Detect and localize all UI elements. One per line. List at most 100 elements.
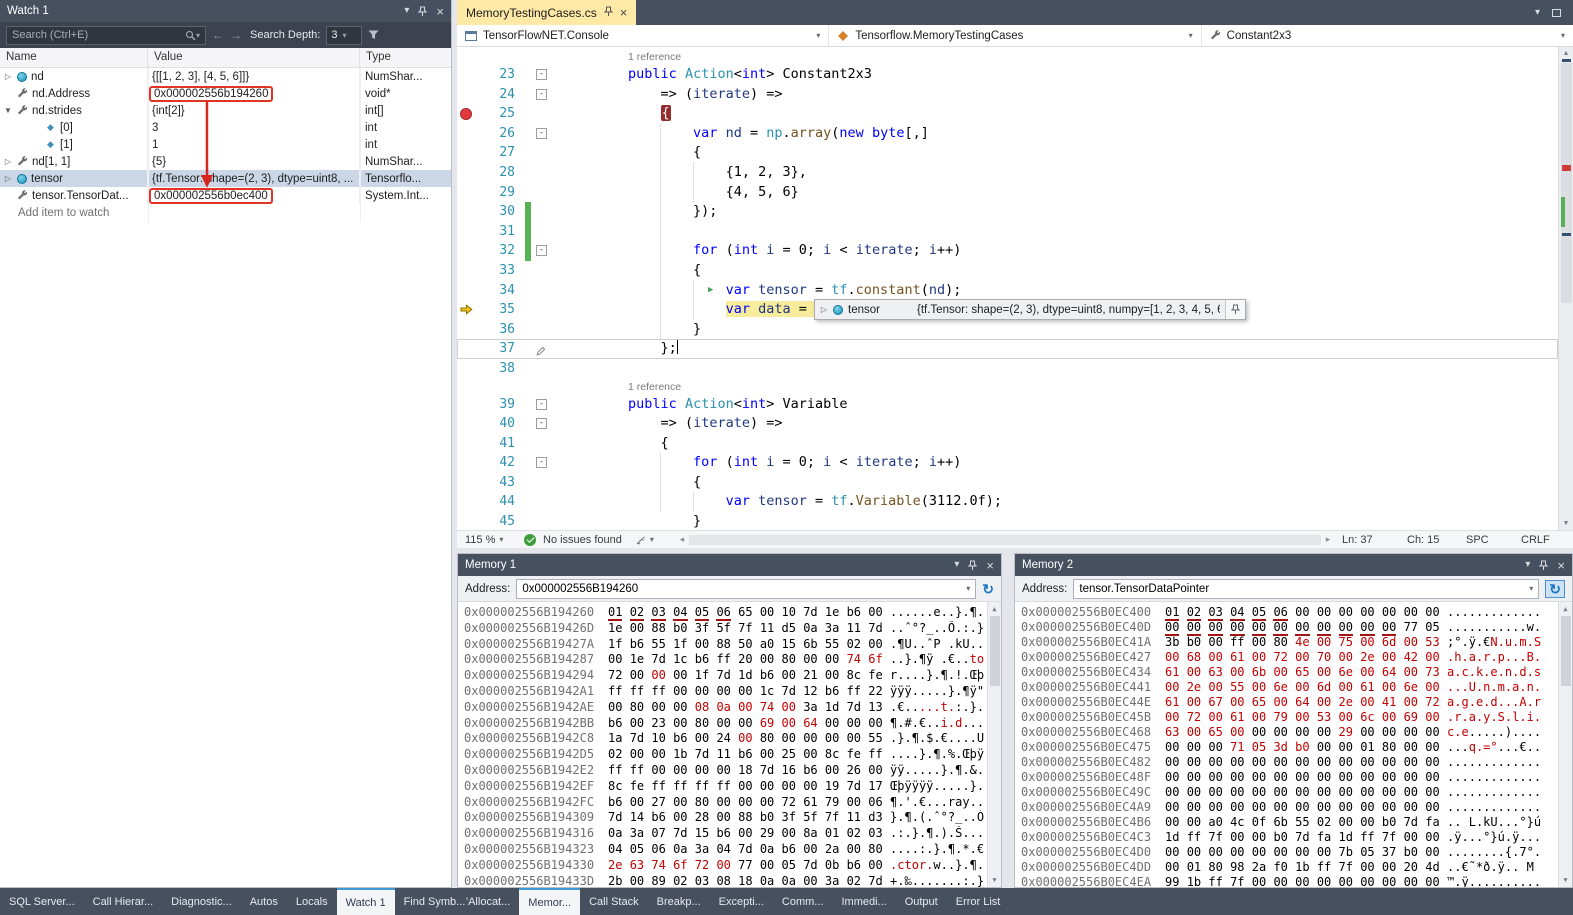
scroll-up-icon[interactable]: ▲	[1559, 50, 1573, 57]
watch-row[interactable]: nd.Address0x000002556b194260void*	[0, 85, 451, 102]
float-window-icon[interactable]	[1552, 9, 1561, 17]
datatip-pin-icon[interactable]	[1225, 300, 1245, 319]
line-number[interactable]: 45	[477, 512, 525, 530]
code-text[interactable]: });	[551, 202, 1558, 222]
breakpoint-margin[interactable]	[457, 492, 477, 512]
code-text[interactable]	[551, 359, 1558, 379]
breakpoint-margin[interactable]	[457, 320, 477, 340]
fold-toggle[interactable]: -	[536, 399, 547, 410]
line-number[interactable]: 23	[477, 65, 525, 85]
line-number[interactable]: 37	[477, 339, 525, 359]
watch-title-bar[interactable]: Watch 1 ▾ ×	[0, 0, 451, 22]
memory1-title-bar[interactable]: Memory 1 ▾ ×	[458, 554, 1001, 576]
fold-toggle[interactable]: -	[536, 89, 547, 100]
breakpoint-margin[interactable]	[457, 104, 477, 124]
bottom-tab-comm[interactable]: Comm...	[773, 888, 833, 915]
memory-row[interactable]: 0x000002556B1943097d 14 b6 00 28 00 88 b…	[464, 810, 985, 826]
health-check-icon[interactable]	[524, 534, 536, 546]
code-cleanup-icon[interactable]: ▾	[635, 534, 654, 546]
bottom-tab-error-list[interactable]: Error List	[947, 888, 1010, 915]
breakpoint-margin[interactable]	[457, 473, 477, 493]
breakpoint-margin[interactable]	[457, 359, 477, 379]
watch-row[interactable]: ◆[1]1int	[0, 136, 451, 153]
memory-row[interactable]: 0x000002556B19426D1e 00 88 b0 3f 5f 7f 1…	[464, 621, 985, 637]
bottom-tab-sql-server[interactable]: SQL Server...	[0, 888, 84, 915]
code-text[interactable]: public Action<int> Constant2x3	[551, 65, 1558, 85]
filter-icon[interactable]	[368, 30, 379, 40]
memory-row[interactable]: 0x000002556B0EC43461 00 63 00 6b 00 65 0…	[1021, 665, 1556, 680]
datatip[interactable]: ▷ tensor {tf.Tensor: shape=(2, 3), dtype…	[814, 299, 1246, 320]
breakpoint-margin[interactable]	[457, 261, 477, 281]
breakpoint-margin[interactable]	[457, 453, 477, 473]
breakpoint-margin[interactable]	[457, 183, 477, 203]
breakpoint-margin[interactable]	[457, 512, 477, 530]
memory-row[interactable]: 0x000002556B19427A1f b6 55 1f 00 88 50 a…	[464, 637, 985, 653]
codelens-references[interactable]: 1 reference	[551, 379, 1558, 395]
expander-icon[interactable]: ▷	[3, 174, 13, 183]
scrollbar-thumb[interactable]	[1561, 616, 1571, 686]
memory1-grid[interactable]: 0x000002556B19426001 02 03 04 05 06 65 0…	[458, 602, 1001, 887]
breakpoint-margin[interactable]	[457, 300, 477, 320]
watch-row[interactable]: ▷nd[1, 1]{5}NumShar...	[0, 153, 451, 170]
code-text[interactable]: for (int i = 0; i < iterate; i++)	[551, 241, 1558, 261]
code-text[interactable]: {	[551, 143, 1558, 163]
line-number[interactable]: 34	[477, 281, 525, 301]
line-number[interactable]: 42	[477, 453, 525, 473]
code-text[interactable]: var nd = np.array(new byte[,]	[551, 124, 1558, 144]
close-icon[interactable]: ×	[620, 6, 628, 19]
watch-row[interactable]: ▼nd.strides{int[2]}int[]	[0, 102, 451, 119]
scroll-up-icon[interactable]: ▲	[988, 605, 1001, 613]
code-text[interactable]: };	[551, 339, 1558, 359]
close-icon[interactable]: ×	[436, 5, 444, 18]
datatip-expander-icon[interactable]: ▷	[820, 305, 828, 314]
line-number[interactable]: 29	[477, 183, 525, 203]
breakpoint-margin[interactable]	[457, 339, 477, 359]
line-number[interactable]: 44	[477, 492, 525, 512]
fold-toggle[interactable]: -	[536, 69, 547, 80]
memory-row[interactable]: 0x000002556B0EC4EA99 1b ff 7f 00 00 00 0…	[1021, 875, 1556, 887]
bottom-tab-excepti[interactable]: Excepti...	[710, 888, 773, 915]
memory2-grid[interactable]: 0x000002556B0EC40001 02 03 04 05 06 00 0…	[1015, 602, 1572, 887]
window-position-icon[interactable]: ▾	[1525, 560, 1530, 570]
bottom-tab-output[interactable]: Output	[896, 888, 947, 915]
memory-row[interactable]: 0x000002556B0EC4DD00 01 80 98 2a f0 1b f…	[1021, 860, 1556, 875]
search-options-icon[interactable]: ▾	[196, 31, 200, 40]
memory2-title-bar[interactable]: Memory 2 ▾ ×	[1015, 554, 1572, 576]
document-tab[interactable]: MemoryTestingCases.cs ×	[457, 0, 636, 25]
bottom-tab-allocat[interactable]: 'Allocat...	[457, 888, 519, 915]
memory-row[interactable]: 0x000002556B0EC41A3b b0 00 ff 00 80 4e 0…	[1021, 635, 1556, 650]
code-text[interactable]: {	[551, 434, 1558, 454]
watch-column-headers[interactable]: Name Value Type	[0, 48, 451, 68]
code-text[interactable]: public Action<int> Variable	[551, 395, 1558, 415]
line-number[interactable]: 36	[477, 320, 525, 340]
close-icon[interactable]: ×	[1557, 559, 1565, 572]
line-number[interactable]: 38	[477, 359, 525, 379]
expander-icon[interactable]: ▷	[3, 72, 13, 81]
column-header-name[interactable]: Name	[0, 48, 148, 67]
line-number[interactable]: 41	[477, 434, 525, 454]
code-text[interactable]: => (iterate) =>	[551, 414, 1558, 434]
breakpoint-margin[interactable]	[457, 143, 477, 163]
editor-scrollbar[interactable]: ▲ ▼	[1558, 47, 1573, 530]
code-text[interactable]: var tensor = tf.Variable(3112.0f);	[551, 492, 1558, 512]
code-text[interactable]: {	[551, 104, 1558, 124]
memory-row[interactable]: 0x000002556B1942D502 00 00 1b 7d 11 b6 0…	[464, 747, 985, 763]
search-input[interactable]: Search (Ctrl+E) ▾	[6, 26, 206, 45]
line-number[interactable]: 40	[477, 414, 525, 434]
breakpoint-margin[interactable]	[457, 434, 477, 454]
project-dropdown[interactable]: TensorFlowNET.Console ▾	[457, 25, 829, 46]
pin-icon[interactable]	[1539, 560, 1548, 571]
memory-row[interactable]: 0x000002556B19426001 02 03 04 05 06 65 0…	[464, 605, 985, 621]
memory-row[interactable]: 0x000002556B0EC40001 02 03 04 05 06 00 0…	[1021, 605, 1556, 620]
watch-add-row[interactable]: Add item to watch	[0, 204, 451, 221]
memory-row[interactable]: 0x000002556B1942EF8c fe ff ff ff ff 00 0…	[464, 779, 985, 795]
search-prev-icon[interactable]: ←	[212, 29, 224, 41]
line-number[interactable]: 25	[477, 104, 525, 124]
breakpoint-margin[interactable]	[457, 222, 477, 242]
memory-row[interactable]: 0x000002556B1942C81a 7d 10 b6 00 24 00 8…	[464, 731, 985, 747]
code-editor[interactable]: 1 reference23- public Action<int> Consta…	[457, 47, 1573, 530]
scroll-up-icon[interactable]: ▲	[1559, 605, 1572, 613]
memory-row[interactable]: 0x000002556B0EC4D000 00 00 00 00 00 00 0…	[1021, 845, 1556, 860]
line-number[interactable]: 26	[477, 124, 525, 144]
watch-row[interactable]: ▷nd{[[1, 2, 3], [4, 5, 6]]}NumShar...	[0, 68, 451, 85]
